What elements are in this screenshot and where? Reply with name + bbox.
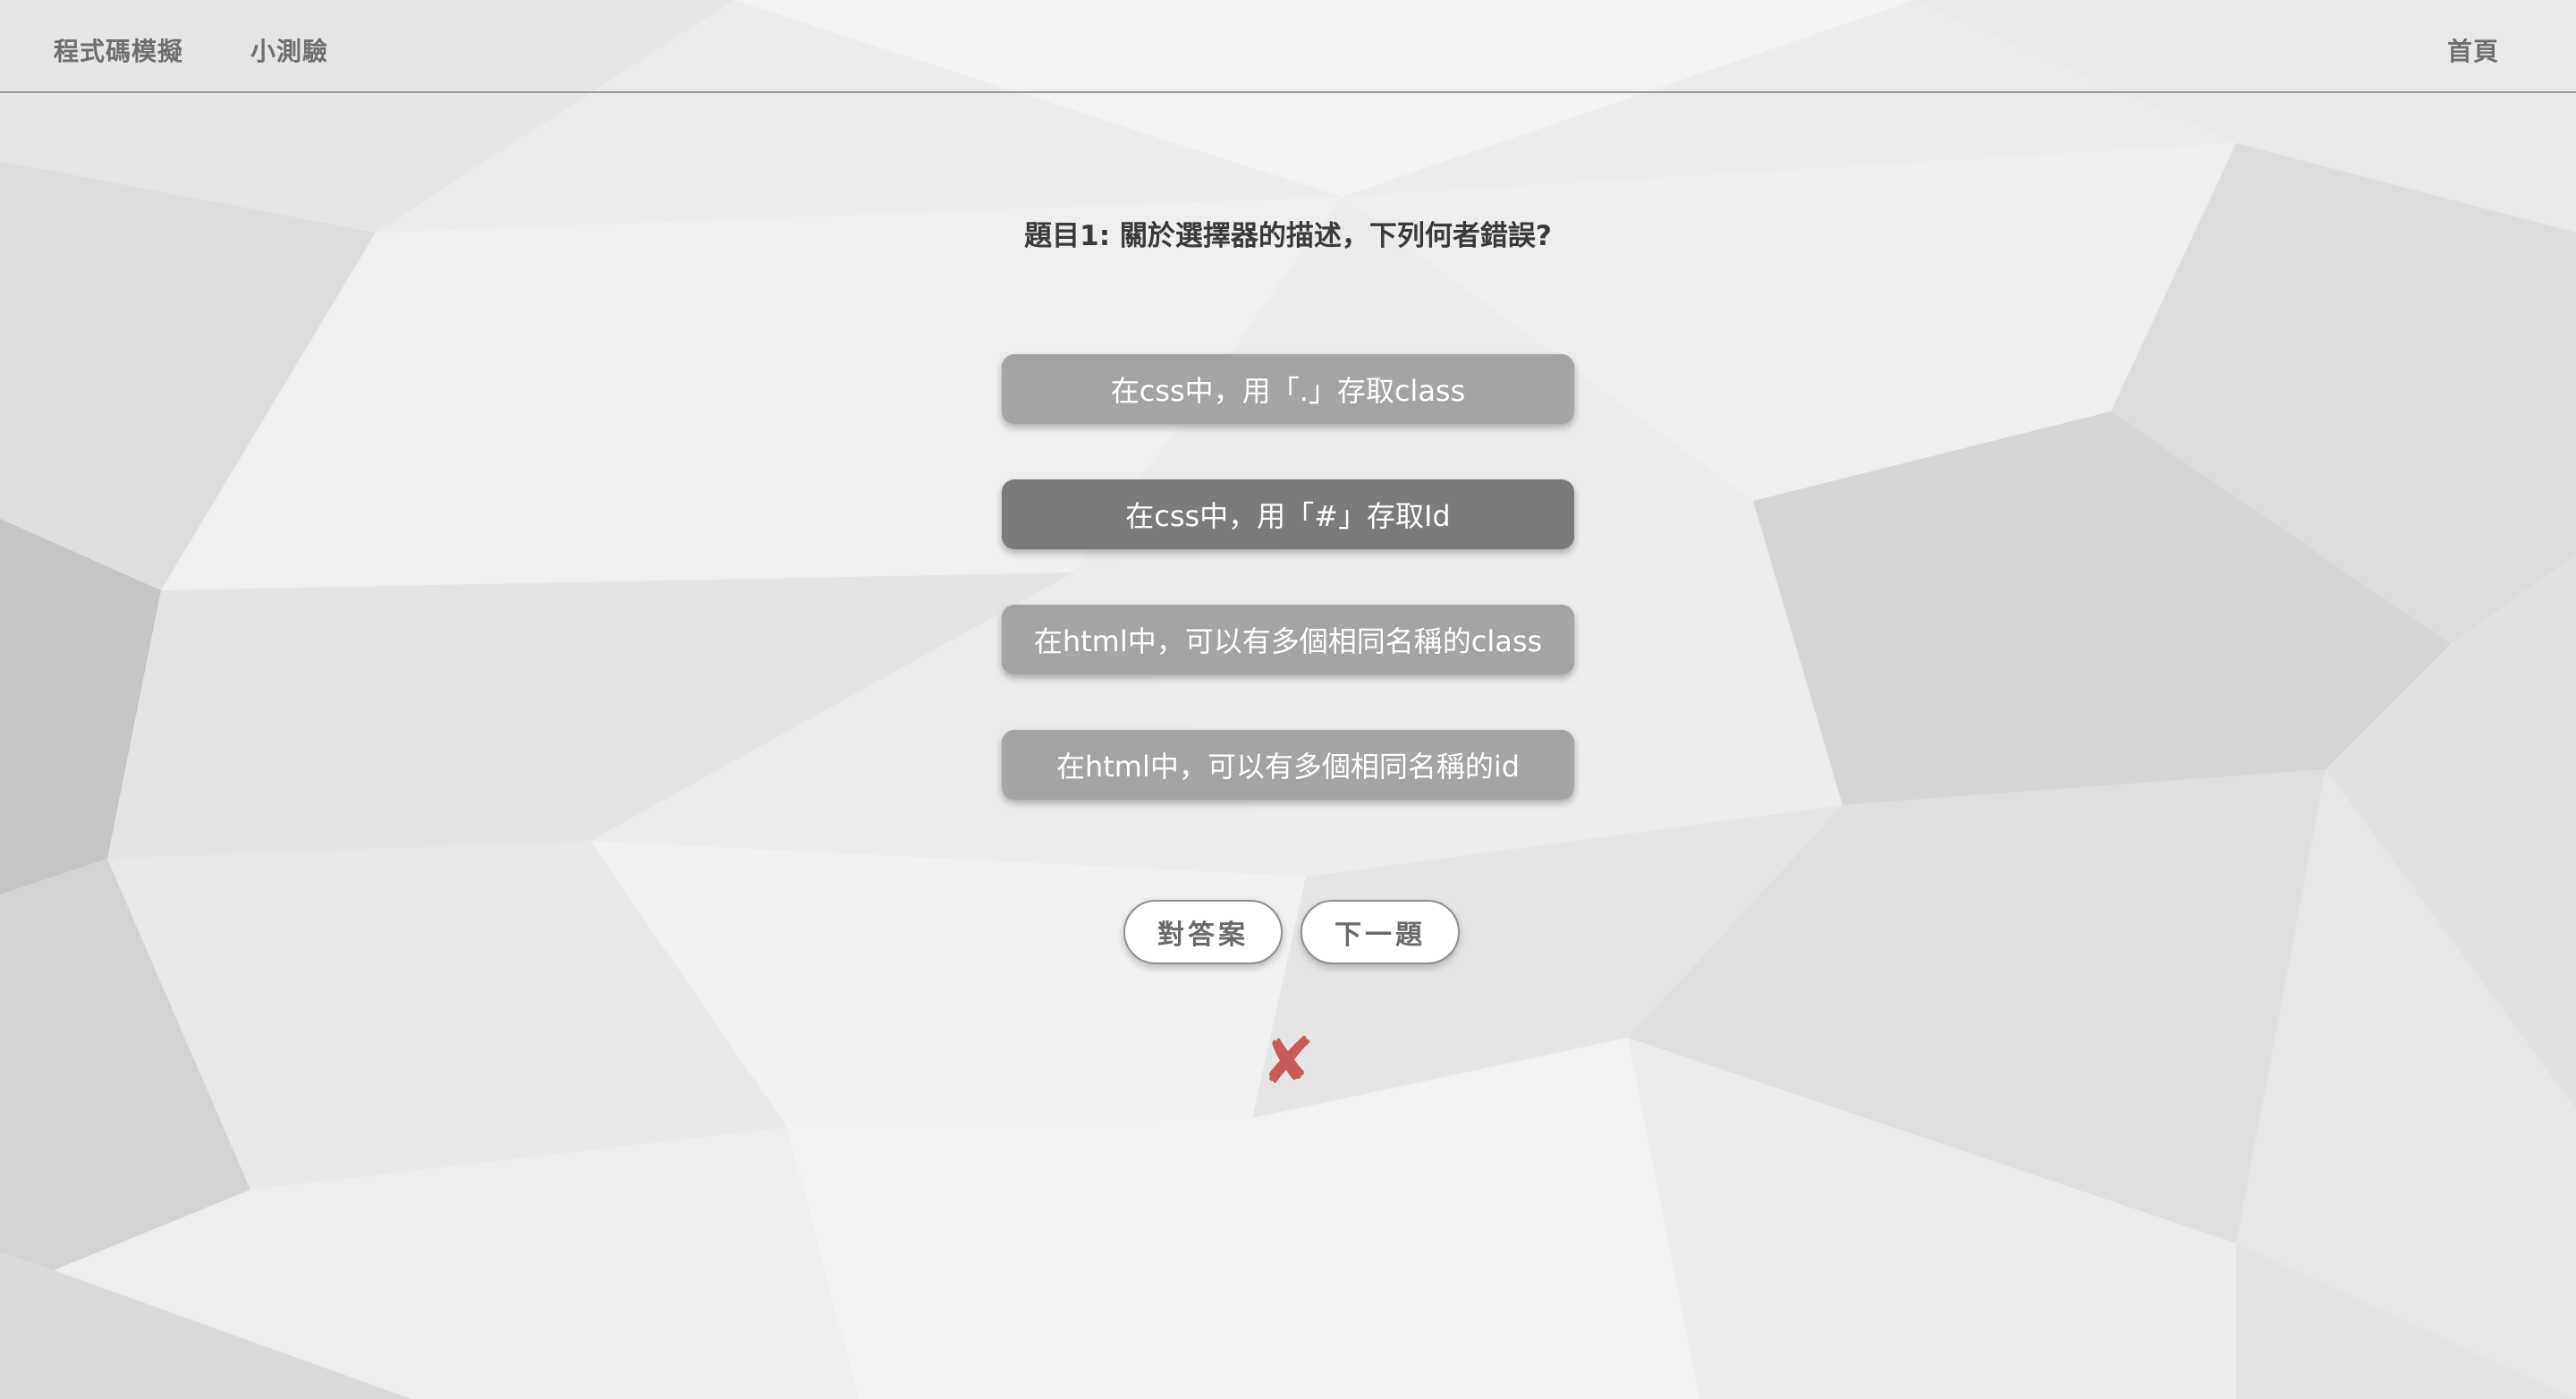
check-answer-button[interactable]: 對答案 xyxy=(1123,900,1283,964)
answer-option-label: 在css中，用「#」存取Id xyxy=(1125,499,1451,533)
cross-mark-icon: ✘ xyxy=(1260,1023,1316,1098)
top-navbar: 程式碼模擬 小測驗 首頁 xyxy=(0,0,2576,93)
answer-option-label: 在css中，用「.」存取class xyxy=(1110,374,1466,408)
quiz-panel: 題目1: 關於選擇器的描述，下列何者錯誤? 在css中，用「.」存取class … xyxy=(0,0,2576,1399)
nav-link-home[interactable]: 首頁 xyxy=(2447,32,2499,68)
check-answer-button-label: 對答案 xyxy=(1157,920,1249,951)
nav-link-code-simulator[interactable]: 程式碼模擬 xyxy=(54,32,183,68)
answer-option-1[interactable]: 在css中，用「.」存取class xyxy=(1002,354,1574,424)
answer-option-4[interactable]: 在html中，可以有多個相同名稱的id xyxy=(1002,730,1574,800)
nav-link-quiz[interactable]: 小測驗 xyxy=(250,32,328,68)
next-question-button-label: 下一題 xyxy=(1335,920,1426,951)
question-text: 題目1: 關於選擇器的描述，下列何者錯誤? xyxy=(1024,220,1552,252)
next-question-button[interactable]: 下一題 xyxy=(1301,900,1460,964)
answer-option-label: 在html中，可以有多個相同名稱的class xyxy=(1033,624,1543,658)
answer-option-label: 在html中，可以有多個相同名稱的id xyxy=(1055,750,1521,784)
answer-option-3[interactable]: 在html中，可以有多個相同名稱的class xyxy=(1002,605,1574,674)
answer-option-2[interactable]: 在css中，用「#」存取Id xyxy=(1002,479,1574,549)
